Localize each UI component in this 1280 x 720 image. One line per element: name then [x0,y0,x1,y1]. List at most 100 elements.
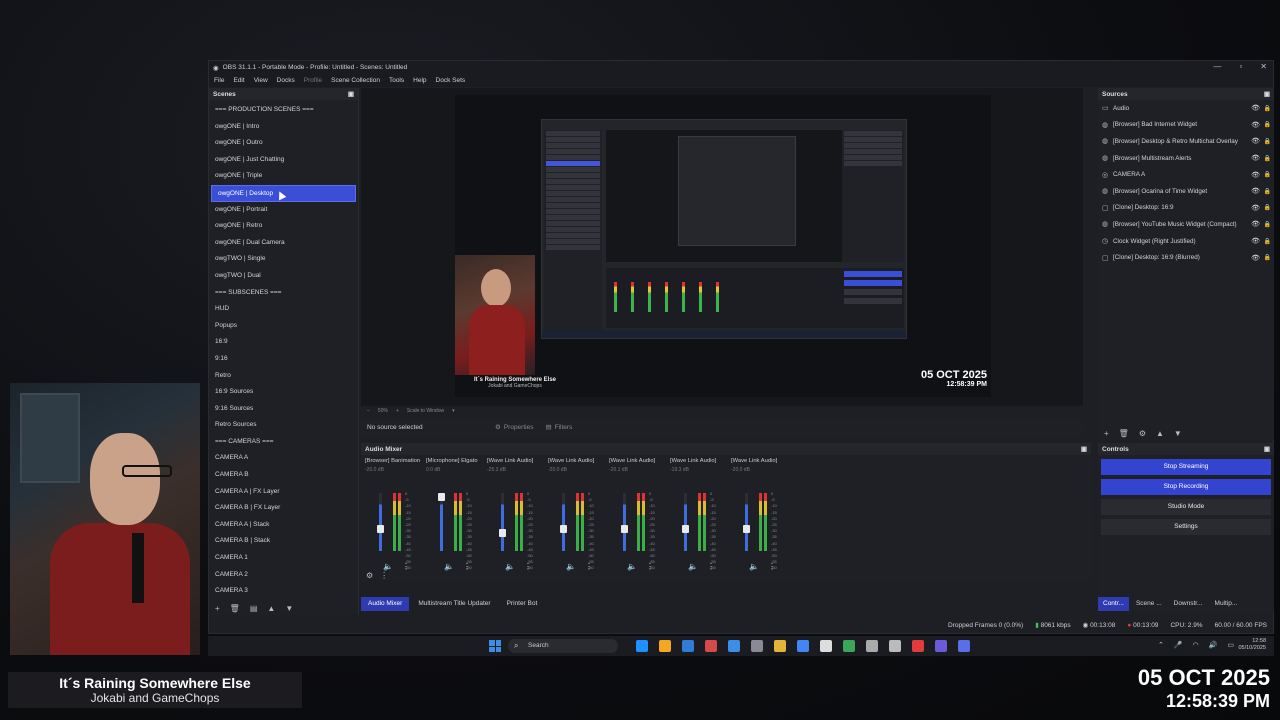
mixer-menu-icon[interactable]: ⋮ [380,571,388,580]
lock-icon[interactable]: 🔒 [1264,105,1271,112]
menu-file[interactable]: File [214,77,224,84]
taskbar-app-icon[interactable] [751,640,763,652]
stop-recording-button[interactable]: Stop Recording [1101,479,1271,495]
source-item[interactable]: ◍ [Browser] Desktop & Retro Multichat Ove… [1098,133,1274,150]
lock-icon[interactable]: 🔒 [1264,221,1271,228]
source-item[interactable]: ◍ [Browser] YouTube Music Widget (Compact… [1098,216,1274,233]
tab-multistream-title-updater[interactable]: Multistream Title Updater [411,597,497,611]
lock-icon[interactable]: 🔒 [1264,254,1271,261]
volume-slider-handle[interactable] [499,529,506,537]
volume-slider[interactable] [682,493,689,551]
scale-dropdown-icon[interactable]: ▾ [452,408,455,414]
zoom-in-icon[interactable]: + [396,408,399,414]
mute-speaker-icon[interactable]: 🔈 [627,562,637,571]
source-item[interactable]: ◎ CAMERA A 👁 🔒 [1098,166,1274,183]
taskbar-search[interactable]: ⌕ Search [508,639,618,653]
channel-menu-icon[interactable]: ⋮ [524,562,532,571]
mic-icon[interactable]: 🎤 [1174,641,1183,649]
volume-slider-handle[interactable] [560,525,567,533]
source-item[interactable]: ◍ [Browser] Ocarina of Time Widget 👁 🔒 [1098,183,1274,200]
channel-menu-icon[interactable]: ⋮ [585,562,593,571]
taskbar-app-icon[interactable] [797,640,809,652]
taskbar-app-icon[interactable] [774,640,786,652]
scene-item[interactable]: Popups [209,318,358,335]
mute-speaker-icon[interactable]: 🔈 [505,562,515,571]
scene-item[interactable]: 9:16 Sources [209,401,358,418]
scene-item[interactable]: owgONE | Outro [209,135,358,152]
source-item[interactable]: ▢ [Clone] Desktop: 16:9 👁 🔒 [1098,200,1274,217]
mute-speaker-icon[interactable]: 🔈 [749,562,759,571]
volume-slider[interactable] [560,493,567,551]
settings-button[interactable]: Settings [1101,519,1271,535]
source-item[interactable]: ◷ Clock Widget (Right Justified) 👁 🔒 [1098,233,1274,250]
move-up-icon[interactable]: ▲ [1156,429,1164,438]
volume-slider[interactable] [621,493,628,551]
volume-slider-handle[interactable] [377,525,384,533]
channel-menu-icon[interactable]: ⋮ [707,562,715,571]
lock-icon[interactable]: 🔒 [1264,121,1271,128]
preview-area[interactable]: It´s Raining Somewhere Else Jokabi and G… [361,88,1083,406]
maximize-button[interactable]: ▫ [1239,62,1242,71]
tab-multistream[interactable]: Multip... [1210,597,1243,611]
lock-icon[interactable]: 🔒 [1264,138,1271,145]
taskbar-clock[interactable]: 12:58 05/10/2025 [1238,638,1266,652]
volume-slider-handle[interactable] [438,493,445,501]
visibility-eye-icon[interactable]: 👁 [1251,204,1260,212]
taskbar-app-icon[interactable] [820,640,832,652]
move-up-icon[interactable]: ▲ [267,604,275,613]
undock-icon[interactable]: ▣ [348,90,354,98]
move-down-icon[interactable]: ▼ [1174,429,1182,438]
mute-speaker-icon[interactable]: 🔈 [444,562,454,571]
visibility-eye-icon[interactable]: 👁 [1251,121,1260,129]
visibility-eye-icon[interactable]: 👁 [1251,104,1260,112]
channel-menu-icon[interactable]: ⋮ [402,562,410,571]
source-item[interactable]: ◍ [Browser] Multistream Alerts 👁 🔒 [1098,150,1274,167]
scene-item[interactable]: === PRODUCTION SCENES === [209,102,358,119]
undock-icon[interactable]: ▣ [1264,445,1270,453]
stop-streaming-button[interactable]: Stop Streaming [1101,459,1271,475]
volume-slider[interactable] [438,493,445,551]
battery-icon[interactable]: ▭ [1227,641,1234,649]
volume-slider-handle[interactable] [743,525,750,533]
volume-slider[interactable] [377,493,384,551]
taskbar-app-icon[interactable] [728,640,740,652]
undock-icon[interactable]: ▣ [1081,445,1087,453]
add-source-icon[interactable]: + [1104,429,1109,438]
scene-item[interactable]: owgTWO | Dual [209,268,358,285]
scene-item[interactable]: CAMERA 1 [209,550,358,567]
scene-item[interactable]: 9:16 [209,351,358,368]
scene-item[interactable]: CAMERA A | Stack [209,517,358,534]
taskbar-app-icon[interactable] [912,640,924,652]
lock-icon[interactable]: 🔒 [1264,204,1271,211]
scene-item[interactable]: CAMERA 3 [209,583,358,600]
menu-scene-collection[interactable]: Scene Collection [331,77,380,84]
scene-item[interactable]: owgONE | Intro [209,119,358,136]
move-down-icon[interactable]: ▼ [285,604,293,613]
menu-view[interactable]: View [254,77,268,84]
tab-audio-mixer[interactable]: Audio Mixer [361,597,410,611]
menu-dock-sets[interactable]: Dock Sets [436,77,466,84]
volume-icon[interactable]: 🔊 [1209,641,1218,649]
taskbar-app-icon[interactable] [682,640,694,652]
visibility-eye-icon[interactable]: 👁 [1251,171,1260,179]
mute-speaker-icon[interactable]: 🔈 [383,562,393,571]
remove-scene-icon[interactable]: 🗑 [230,604,240,613]
visibility-eye-icon[interactable]: 👁 [1251,220,1260,228]
tab-controls[interactable]: Contr... [1098,597,1129,611]
taskbar-app-icon[interactable] [636,640,648,652]
studio-mode-button[interactable]: Studio Mode [1101,499,1271,515]
scene-item[interactable]: owgONE | Just Chatting [209,152,358,169]
scene-item[interactable]: 16:9 [209,334,358,351]
volume-slider[interactable] [743,493,750,551]
visibility-eye-icon[interactable]: 👁 [1251,237,1260,245]
taskbar-app-icon[interactable] [889,640,901,652]
scene-item[interactable]: CAMERA 2 [209,567,358,584]
volume-slider-handle[interactable] [682,525,689,533]
scene-item[interactable]: CAMERA B | Stack [209,533,358,550]
taskbar-app-icon[interactable] [935,640,947,652]
visibility-eye-icon[interactable]: 👁 [1251,187,1260,195]
properties-button[interactable]: ⚙ Properties [495,423,533,432]
add-scene-icon[interactable]: + [215,604,220,613]
remove-source-icon[interactable]: 🗑 [1119,429,1129,438]
wifi-icon[interactable]: ◠ [1193,641,1199,649]
